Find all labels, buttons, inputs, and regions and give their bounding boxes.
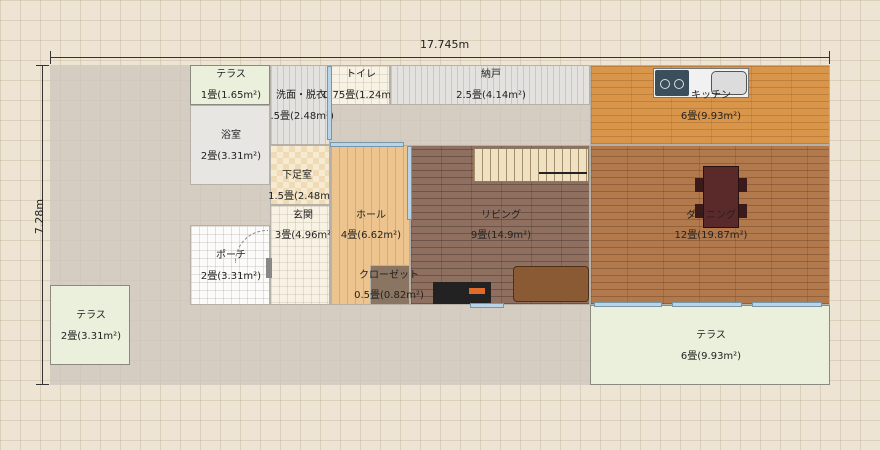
room-area: 2.5畳(4.14m²) xyxy=(456,90,526,101)
sofa xyxy=(513,266,589,302)
window xyxy=(407,146,412,220)
room-living[interactable]: リビング 9畳(14.9m²) xyxy=(410,145,590,305)
width-dimension-label: 17.745m xyxy=(420,38,470,51)
room-name: 下足室 xyxy=(282,170,312,181)
room-shoe-room[interactable]: 下足室 1.5畳(2.48m²) xyxy=(268,145,338,205)
width-dimension-tick-left xyxy=(50,51,51,64)
room-name: クローゼット xyxy=(359,270,419,281)
room-closet[interactable]: クローゼット 0.5畳(0.82m²) xyxy=(354,265,424,305)
width-dimension-line xyxy=(50,57,830,58)
room-name: テラス xyxy=(76,310,106,321)
room-area: 6畳(9.93m²) xyxy=(680,351,742,362)
room-terrace-right[interactable]: テラス 6畳(9.93m²) xyxy=(590,305,830,385)
dining-chair xyxy=(695,178,703,192)
window xyxy=(752,302,822,307)
height-dimension-tick-top xyxy=(36,65,49,66)
room-name: リビング xyxy=(481,210,521,221)
height-dimension-label: 7.28m xyxy=(33,198,47,235)
room-area: 2畳(3.31m²) xyxy=(200,271,262,282)
room-name: 玄関 xyxy=(293,210,313,221)
room-area: 12畳(19.87m²) xyxy=(674,230,748,241)
room-porch[interactable]: ポーチ 2畳(3.31m²) xyxy=(190,225,270,305)
room-name: トイレ xyxy=(346,69,376,80)
room-bathroom[interactable]: 浴室 2畳(3.31m²) xyxy=(190,105,270,185)
room-toilet[interactable]: トイレ 0.75畳(1.24m²) xyxy=(323,65,399,105)
room-area: 0.75畳(1.24m²) xyxy=(322,90,400,101)
dining-chair xyxy=(739,178,747,192)
tv-screen xyxy=(469,288,485,294)
room-area: 1畳(1.65m²) xyxy=(200,90,262,101)
stove-icon xyxy=(655,70,689,96)
room-area: 6畳(9.93m²) xyxy=(680,111,742,122)
room-terrace-left[interactable]: テラス 2畳(3.31m²) xyxy=(50,285,130,365)
room-name: 納戸 xyxy=(481,69,501,80)
room-area: 1.5畳(2.48m²) xyxy=(264,111,334,122)
window xyxy=(672,302,742,307)
room-name: テラス xyxy=(696,330,726,341)
door-handle-icon xyxy=(266,258,272,278)
room-name: 洗面・脱衣 xyxy=(276,90,326,101)
dining-chair xyxy=(739,204,747,218)
room-entrance[interactable]: 玄関 3畳(4.96m²) xyxy=(270,205,335,305)
window xyxy=(330,142,404,147)
room-name: 浴室 xyxy=(221,130,241,141)
room-terrace-small[interactable]: テラス 1畳(1.65m²) xyxy=(190,65,270,105)
room-area: 4畳(6.62m²) xyxy=(340,230,402,241)
room-name: キッチン xyxy=(691,90,731,101)
room-washroom[interactable]: 洗面・脱衣 1.5畳(2.48m²) xyxy=(264,65,334,145)
window xyxy=(594,302,662,307)
room-name: ホール xyxy=(356,210,386,221)
height-dimension-tick-bottom xyxy=(36,384,49,385)
room-area: 2畳(3.31m²) xyxy=(60,331,122,342)
room-kitchen[interactable]: キッチン 6畳(9.93m²) xyxy=(590,65,830,145)
room-storage[interactable]: 納戸 2.5畳(4.14m²) xyxy=(390,65,590,105)
room-area: 2畳(3.31m²) xyxy=(200,151,262,162)
room-name: ダイニング xyxy=(686,210,736,221)
stair-arrow-icon xyxy=(539,172,587,174)
width-dimension-tick-right xyxy=(829,51,830,64)
window xyxy=(327,66,332,140)
room-area: 1.5畳(2.48m²) xyxy=(268,191,338,202)
window xyxy=(470,303,504,308)
room-name: テラス xyxy=(216,69,246,80)
room-dining[interactable]: ダイニング 12畳(19.87m²) xyxy=(590,145,830,305)
room-area: 9畳(14.9m²) xyxy=(470,230,532,241)
room-area: 3畳(4.96m²) xyxy=(274,230,336,241)
room-name: ポーチ xyxy=(216,250,246,261)
room-area: 0.5畳(0.82m²) xyxy=(354,290,424,301)
staircase xyxy=(473,148,589,182)
